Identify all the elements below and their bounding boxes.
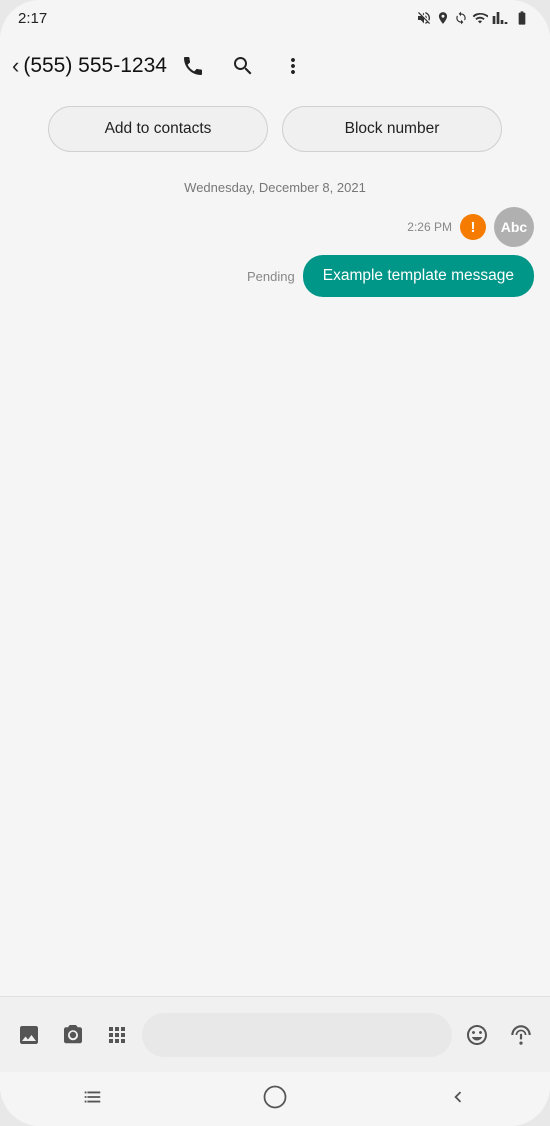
message-bubble: Example template message xyxy=(303,255,534,297)
more-vert-icon xyxy=(281,54,305,78)
gallery-button[interactable] xyxy=(10,1016,48,1054)
avatar: Abc xyxy=(494,207,534,247)
recent-apps-button[interactable] xyxy=(62,1077,122,1117)
apps-button[interactable] xyxy=(98,1016,136,1054)
location-icon xyxy=(436,11,450,25)
status-time: 2:17 xyxy=(18,10,47,27)
sync-icon xyxy=(454,11,468,25)
image-icon xyxy=(17,1023,41,1047)
phone-number-display: (555) 555-1234 xyxy=(23,54,167,78)
back-button[interactable]: ‹ (555) 555-1234 xyxy=(12,53,167,79)
status-bar: 2:17 xyxy=(0,0,550,36)
template-message-row: Pending Example template message xyxy=(16,255,534,297)
block-number-button[interactable]: Block number xyxy=(282,106,502,152)
nav-bar xyxy=(0,1072,550,1126)
app-bar-actions xyxy=(175,48,311,84)
add-to-contacts-button[interactable]: Add to contacts xyxy=(48,106,268,152)
mute-icon xyxy=(416,10,432,26)
app-bar: ‹ (555) 555-1234 xyxy=(0,36,550,96)
wifi-icon xyxy=(472,10,488,26)
home-circle-icon xyxy=(261,1083,289,1111)
action-buttons-row: Add to contacts Block number xyxy=(0,96,550,162)
voice-button[interactable] xyxy=(502,1016,540,1054)
signal-icon xyxy=(492,10,508,26)
voice-icon xyxy=(508,1022,534,1048)
system-back-button[interactable] xyxy=(428,1077,488,1117)
emoji-icon xyxy=(465,1023,489,1047)
back-chevron: ‹ xyxy=(12,53,19,79)
recent-apps-icon xyxy=(81,1086,103,1108)
emoji-sticker-button[interactable] xyxy=(458,1016,496,1054)
sent-message-row: 2:26 PM ! Abc xyxy=(16,207,534,251)
bottom-toolbar xyxy=(0,996,550,1072)
message-input[interactable] xyxy=(142,1013,452,1057)
apps-icon xyxy=(105,1023,129,1047)
phone-icon xyxy=(181,54,205,78)
camera-button[interactable] xyxy=(54,1016,92,1054)
search-icon xyxy=(231,54,255,78)
call-button[interactable] xyxy=(175,48,211,84)
date-divider: Wednesday, December 8, 2021 xyxy=(16,180,534,195)
phone-frame: 2:17 ‹ (555) 555-1234 xyxy=(0,0,550,1126)
camera-icon xyxy=(61,1023,85,1047)
more-options-button[interactable] xyxy=(275,48,311,84)
back-chevron-icon xyxy=(447,1086,469,1108)
error-icon: ! xyxy=(460,214,486,240)
battery-icon xyxy=(512,10,532,26)
status-icons xyxy=(416,10,532,26)
home-button[interactable] xyxy=(245,1077,305,1117)
message-area: Wednesday, December 8, 2021 2:26 PM ! Ab… xyxy=(0,162,550,996)
search-button[interactable] xyxy=(225,48,261,84)
pending-label: Pending xyxy=(247,269,295,284)
message-meta: 2:26 PM ! Abc xyxy=(407,207,534,247)
message-time: 2:26 PM xyxy=(407,220,452,234)
